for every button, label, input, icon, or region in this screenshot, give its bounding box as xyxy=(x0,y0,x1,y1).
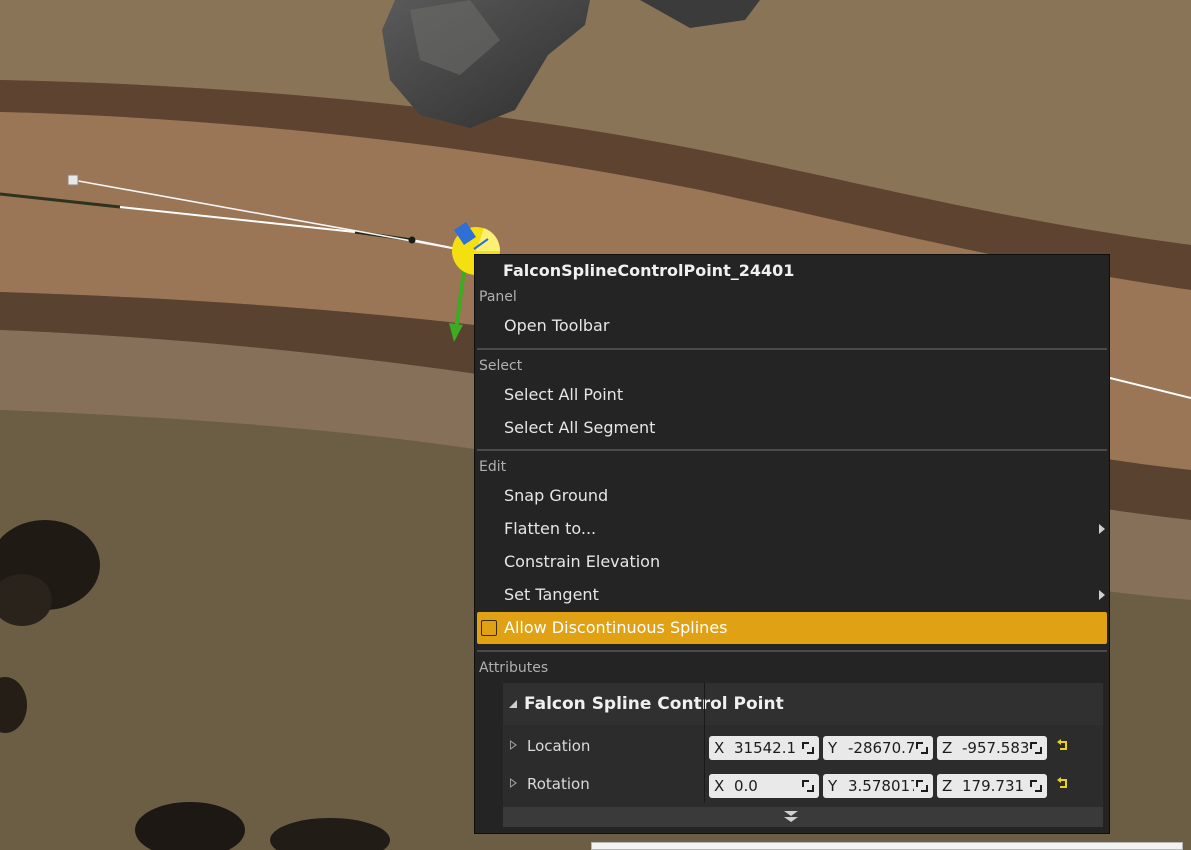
flatten-to-menu-item[interactable]: Flatten to... xyxy=(477,513,1107,545)
rotation-x-field[interactable]: X 0.0 xyxy=(709,774,819,798)
collapse-triangle-icon[interactable] xyxy=(509,700,517,708)
axis-z-label: Z xyxy=(942,777,953,795)
rotation-z-value: 179.731 xyxy=(962,777,1025,795)
spin-drag-icon[interactable] xyxy=(802,780,814,792)
open-toolbar-menu-item[interactable]: Open Toolbar xyxy=(477,310,1107,342)
rotation-y-field[interactable]: Y 3.578017 xyxy=(823,774,933,798)
submenu-arrow-icon xyxy=(1099,590,1105,600)
spin-drag-icon[interactable] xyxy=(1030,742,1042,754)
rotation-label: Rotation xyxy=(527,775,590,793)
spline-context-menu: FalconSplineControlPoint_24401 Panel Ope… xyxy=(474,254,1110,834)
allow-discontinuous-splines-menu-item[interactable]: Allow Discontinuous Splines xyxy=(477,612,1107,644)
location-z-field[interactable]: Z -957.583 xyxy=(937,736,1047,760)
location-z-value: -957.583 xyxy=(962,739,1028,757)
spin-drag-icon[interactable] xyxy=(1030,780,1042,792)
rotation-x-value: 0.0 xyxy=(734,777,758,795)
expand-arrow-icon[interactable] xyxy=(510,778,517,788)
allow-discontinuous-checkbox[interactable] xyxy=(481,620,497,636)
reset-to-default-icon[interactable] xyxy=(1056,777,1070,791)
location-x-field[interactable]: X 31542.1 xyxy=(709,736,819,760)
location-property-row: Location X 31542.1 Y -28670.7 Z -957.583 xyxy=(503,727,1103,765)
section-header-attributes: Attributes xyxy=(479,660,549,676)
set-tangent-label: Set Tangent xyxy=(504,585,599,604)
menu-separator xyxy=(477,348,1107,350)
constrain-elevation-menu-item[interactable]: Constrain Elevation xyxy=(477,546,1107,578)
location-label: Location xyxy=(527,737,591,755)
allow-discontinuous-label: Allow Discontinuous Splines xyxy=(504,618,728,637)
category-header[interactable]: Falcon Spline Control Point xyxy=(503,683,1103,725)
category-title: Falcon Spline Control Point xyxy=(524,694,784,714)
section-header-panel: Panel xyxy=(479,289,517,305)
reset-to-default-icon[interactable] xyxy=(1056,739,1070,753)
spin-drag-icon[interactable] xyxy=(916,780,928,792)
rotation-z-field[interactable]: Z 179.731 xyxy=(937,774,1047,798)
rotation-property-row: Rotation X 0.0 Y 3.578017 Z 179.731 xyxy=(503,765,1103,803)
bottom-panel-edge xyxy=(591,842,1183,850)
expand-arrow-icon[interactable] xyxy=(510,740,517,750)
set-tangent-menu-item[interactable]: Set Tangent xyxy=(477,579,1107,611)
rotation-y-value: 3.578017 xyxy=(848,777,914,795)
snap-ground-menu-item[interactable]: Snap Ground xyxy=(477,480,1107,512)
menu-title: FalconSplineControlPoint_24401 xyxy=(503,261,795,280)
select-all-point-menu-item[interactable]: Select All Point xyxy=(477,379,1107,411)
axis-x-label: X xyxy=(714,777,725,795)
attributes-details-panel: Falcon Spline Control Point Location X 3… xyxy=(503,683,1103,827)
axis-y-label: Y xyxy=(828,739,838,757)
location-x-value: 31542.1 xyxy=(734,739,797,757)
spin-drag-icon[interactable] xyxy=(916,742,928,754)
flatten-to-label: Flatten to... xyxy=(504,519,597,538)
location-y-field[interactable]: Y -28670.7 xyxy=(823,736,933,760)
axis-y-label: Y xyxy=(828,777,838,795)
advanced-properties-expander[interactable] xyxy=(503,807,1103,827)
menu-separator xyxy=(477,650,1107,652)
section-header-edit: Edit xyxy=(479,459,507,475)
location-y-value: -28670.7 xyxy=(848,739,914,757)
section-header-select: Select xyxy=(479,358,523,374)
spin-drag-icon[interactable] xyxy=(802,742,814,754)
submenu-arrow-icon xyxy=(1099,524,1105,534)
axis-z-label: Z xyxy=(942,739,953,757)
axis-x-label: X xyxy=(714,739,725,757)
menu-separator xyxy=(477,449,1107,451)
show-advanced-icon[interactable] xyxy=(784,811,798,823)
select-all-segment-menu-item[interactable]: Select All Segment xyxy=(477,412,1107,444)
